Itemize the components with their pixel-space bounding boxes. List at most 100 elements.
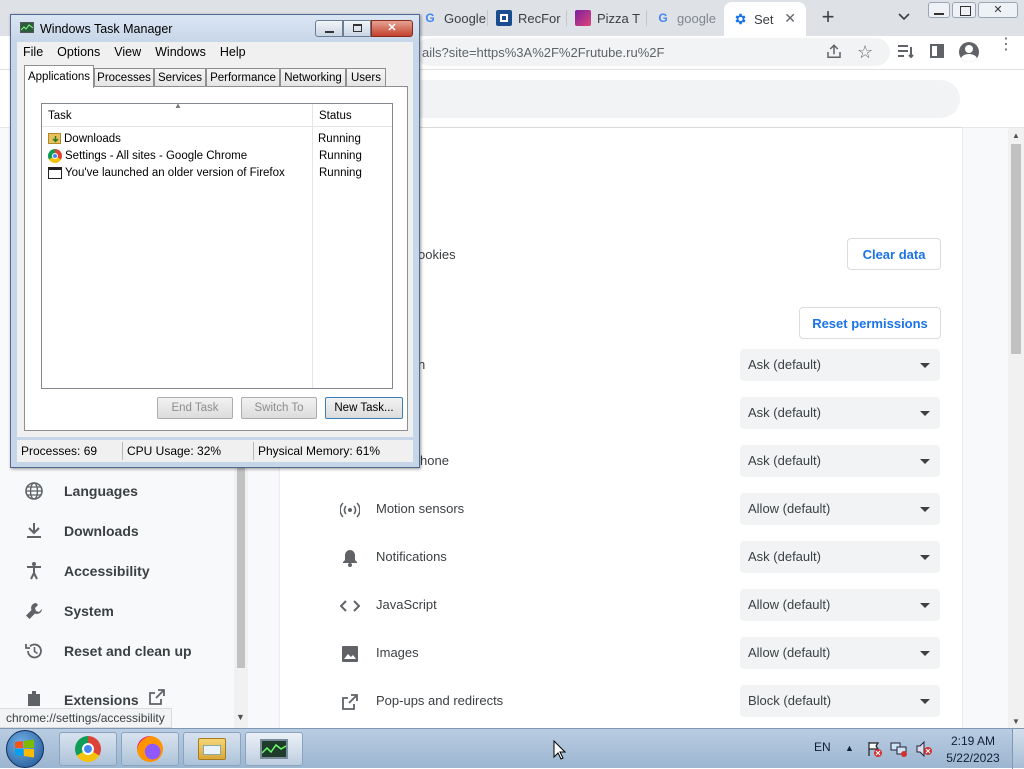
menu-help[interactable]: Help — [220, 45, 246, 59]
page-scrollbar[interactable]: ▲ ▼ — [1008, 128, 1024, 728]
clock-date[interactable]: 5/22/2023 — [944, 751, 1002, 765]
side-panel-icon[interactable] — [930, 44, 944, 58]
external-link-icon — [340, 692, 360, 712]
show-desktop-button[interactable] — [1012, 729, 1024, 769]
task-manager-icon — [260, 739, 288, 759]
column-header-status[interactable]: Status — [319, 110, 352, 122]
share-icon[interactable] — [825, 43, 843, 66]
start-button[interactable] — [6, 730, 44, 768]
reset-permissions-button[interactable]: Reset permissions — [799, 307, 941, 339]
sidebar-item-label: Extensions — [64, 692, 139, 708]
clear-data-button[interactable]: Clear data — [847, 238, 941, 270]
close-window-icon[interactable]: ✕ — [978, 2, 1018, 18]
more-menu-icon[interactable]: ⋮ — [998, 37, 1014, 53]
permission-select[interactable]: Ask (default) — [740, 349, 940, 381]
show-hidden-icons[interactable]: ▲ — [845, 743, 854, 753]
new-task-button[interactable]: New Task... — [325, 397, 403, 419]
tab-processes[interactable]: Processes — [94, 68, 154, 87]
menu-windows[interactable]: Windows — [155, 45, 206, 59]
tab-recfor[interactable]: RecFor — [488, 4, 564, 32]
sidebar-item-downloads[interactable]: Downloads — [0, 511, 234, 551]
chevron-down-icon — [920, 411, 930, 416]
sidebar-item-label: Downloads — [64, 523, 139, 539]
status-bar: Processes: 69 CPU Usage: 32% Physical Me… — [17, 440, 413, 462]
sidebar-item-reset[interactable]: Reset and clean up — [0, 631, 234, 671]
gear-icon — [732, 11, 748, 27]
task-name: You've launched an older version of Fire… — [65, 166, 285, 179]
tab-applications[interactable]: Applications — [24, 65, 94, 88]
new-tab-button[interactable]: + — [816, 4, 840, 30]
task-list[interactable]: Task ▲ Status Downloads Running Settings… — [41, 101, 393, 389]
tab-performance[interactable]: Performance — [206, 68, 280, 87]
processes-count: Processes: 69 — [17, 442, 123, 460]
table-row[interactable]: You've launched an older version of Fire… — [48, 164, 388, 181]
recfor-icon — [496, 10, 512, 26]
tab-services[interactable]: Services — [154, 68, 206, 87]
permission-row-images: Images Allow (default) — [280, 630, 962, 678]
taskbar: EN ▲ 2:19 AM 5/22/2023 — [0, 728, 1024, 769]
folder-icon — [48, 133, 61, 144]
applications-panel: Task ▲ Status Downloads Running Settings… — [24, 86, 408, 431]
profile-avatar[interactable] — [959, 42, 979, 62]
task-status: Running — [319, 166, 362, 179]
permission-select[interactable]: Ask (default) — [740, 445, 940, 477]
menu-options[interactable]: Options — [57, 45, 100, 59]
tab-users[interactable]: Users — [346, 68, 386, 87]
action-center-icon[interactable] — [866, 741, 882, 757]
permission-select[interactable]: Block (default) — [740, 685, 940, 717]
accessibility-icon — [24, 561, 44, 581]
close-button[interactable]: ✕ — [371, 20, 413, 37]
tab-label: Set — [754, 11, 774, 27]
permission-select[interactable]: Ask (default) — [740, 397, 940, 429]
sidebar-item-languages[interactable]: Languages — [0, 471, 234, 511]
permission-label: hone — [420, 453, 449, 468]
close-icon[interactable]: ✕ — [784, 10, 796, 27]
table-row[interactable]: Settings - All sites - Google Chrome Run… — [48, 147, 388, 164]
taskbar-chrome[interactable] — [59, 732, 117, 766]
permission-label: Motion sensors — [376, 501, 465, 516]
end-task-button[interactable]: End Task — [157, 397, 233, 419]
minimize-button[interactable] — [315, 20, 343, 37]
sidebar-item-system[interactable]: System — [0, 591, 234, 631]
task-status: Running — [318, 132, 361, 145]
permission-select[interactable]: Ask (default) — [740, 541, 940, 573]
external-link-icon — [148, 689, 165, 708]
tab-pizza[interactable]: Pizza T — [567, 4, 645, 32]
table-row[interactable]: Downloads Running — [48, 130, 388, 147]
taskbar-firefox[interactable] — [121, 732, 179, 766]
tab-label: google — [677, 10, 717, 26]
maximize-icon[interactable] — [952, 2, 976, 18]
taskbar-task-manager[interactable] — [245, 732, 303, 766]
tab-settings[interactable]: Set ✕ — [724, 2, 806, 36]
tab-search-icon[interactable] — [896, 8, 914, 26]
permission-row-popups: Pop-ups and redirects Block (default) — [280, 678, 962, 726]
reading-list-icon[interactable] — [897, 44, 915, 65]
menu-view[interactable]: View — [114, 45, 141, 59]
tab-google[interactable]: G Google — [414, 4, 494, 32]
chevron-down-icon — [920, 507, 930, 512]
status-url: chrome://settings/accessibility — [0, 708, 172, 728]
bookmark-star-icon[interactable]: ☆ — [857, 42, 873, 63]
volume-muted-icon[interactable] — [915, 740, 933, 762]
cpu-usage: CPU Usage: 32% — [123, 442, 254, 460]
clock-time[interactable]: 2:19 AM — [944, 734, 1002, 748]
title-bar[interactable]: Windows Task Manager ✕ — [11, 15, 419, 43]
permission-select[interactable]: Allow (default) — [740, 637, 940, 669]
switch-to-button[interactable]: Switch To — [241, 397, 317, 419]
sidebar-item-accessibility[interactable]: Accessibility — [0, 551, 234, 591]
taskbar-file-explorer[interactable] — [183, 732, 241, 766]
permission-select[interactable]: Allow (default) — [740, 589, 940, 621]
tab-google-search[interactable]: G google — [647, 4, 723, 32]
column-header-task[interactable]: Task — [48, 110, 72, 122]
tab-networking[interactable]: Networking — [280, 68, 346, 87]
minimize-icon[interactable] — [928, 2, 950, 18]
permission-select[interactable]: Allow (default) — [740, 493, 940, 525]
language-indicator[interactable]: EN — [814, 740, 831, 754]
network-icon[interactable] — [890, 741, 908, 762]
sidebar-item-extensions[interactable]: Extensions — [0, 688, 234, 708]
menu-file[interactable]: File — [23, 45, 43, 59]
google-icon: G — [658, 11, 668, 25]
maximize-button[interactable] — [343, 20, 371, 37]
sidebar-scroll-down[interactable]: ▼ — [236, 712, 245, 722]
firefox-icon — [137, 736, 163, 762]
